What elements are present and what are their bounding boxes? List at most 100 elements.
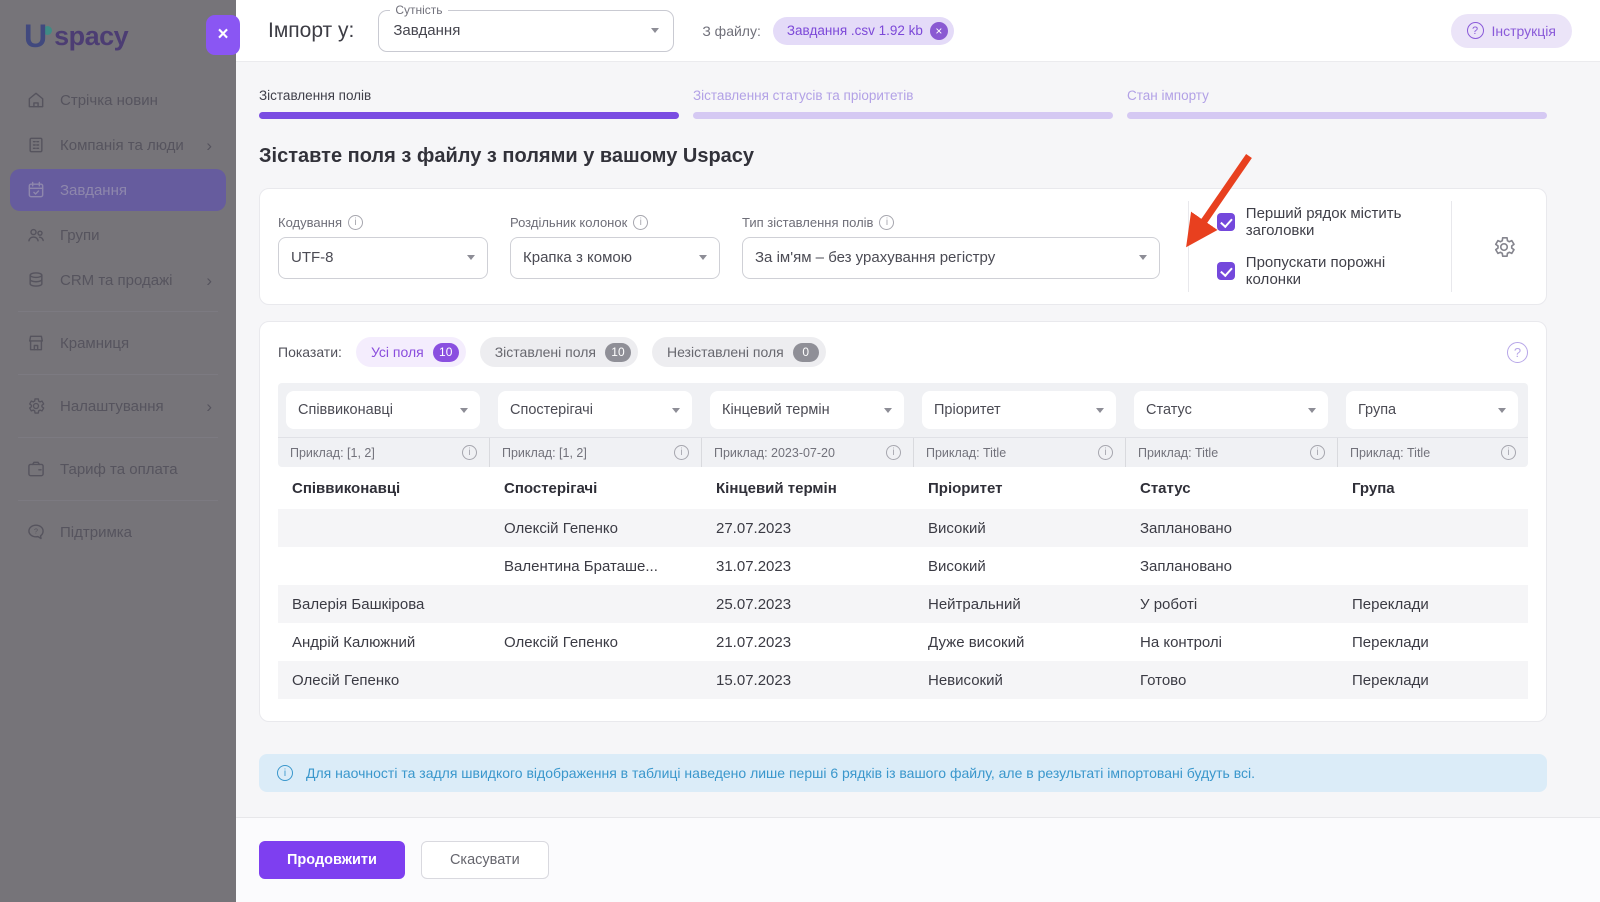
step-field-mapping[interactable]: Зіставлення полів: [259, 88, 679, 119]
sidebar-item-label: CRM та продажі: [60, 271, 173, 289]
first-row-headers-checkbox[interactable]: Перший рядок містить заголовки: [1216, 205, 1423, 239]
example-cell: Приклад: Title i: [1126, 438, 1338, 467]
sidebar-item-label: Підтримка: [60, 523, 133, 541]
mapping-selects-row: Співвиконавці Спостерігачі Кінцевий терм…: [278, 383, 1528, 437]
delimiter-field: Роздільник колонок i Крапка з комою: [510, 214, 720, 279]
chip-label: Усі поля: [370, 344, 424, 360]
checkbox-checked-icon[interactable]: [1216, 262, 1235, 280]
filter-chip-unmapped-fields[interactable]: Незіставлені поля 0: [651, 337, 826, 367]
caret-down-icon: [651, 28, 660, 33]
table-row: Андрій Калюжний Олексій Гепенко 21.07.2023…: [292, 633, 1429, 651]
from-file-label: З файлу:: [702, 22, 761, 39]
sidebar-item-newsfeed[interactable]: Стрічка новин: [10, 79, 226, 121]
sidebar-item-support[interactable]: ? Підтримка: [10, 511, 226, 553]
caret-down-icon: [467, 255, 475, 260]
caret-down-icon: [672, 407, 680, 413]
caret-down-icon: [699, 255, 707, 260]
chevron-right-icon: ›: [206, 135, 212, 155]
chip-label: Зіставлені поля: [494, 344, 596, 360]
sidebar-item-tasks[interactable]: Завдання: [10, 169, 226, 211]
step-import-state[interactable]: Стан імпорту: [1127, 88, 1547, 119]
skip-empty-columns-checkbox[interactable]: Пропускати порожні колонки: [1216, 254, 1423, 288]
info-icon: i: [1501, 445, 1516, 460]
delimiter-label: Роздільник колонок: [510, 214, 628, 230]
delimiter-value: Крапка з комою: [523, 249, 632, 266]
mapping-select-priority[interactable]: Пріоритет: [922, 391, 1116, 429]
help-question-icon[interactable]: ?: [1507, 341, 1528, 363]
info-icon: i: [348, 214, 363, 230]
people-icon: [26, 225, 46, 245]
show-label: Показати:: [278, 344, 342, 360]
encoding-field: Кодування i UTF-8: [278, 214, 488, 279]
import-content: Зіставлення полів Зіставлення статусів т…: [236, 62, 1600, 792]
caret-down-icon: [1308, 407, 1316, 413]
sidebar-item-label: Крамниця: [60, 334, 130, 352]
chevron-right-icon: ›: [206, 270, 212, 290]
checkbox-checked-icon[interactable]: [1216, 213, 1235, 231]
example-cell: Приклад: [1, 2] i: [490, 438, 702, 467]
info-icon: i: [674, 445, 689, 460]
mapping-select-status[interactable]: Статус: [1134, 391, 1328, 429]
entity-select[interactable]: Сутність Завдання: [378, 2, 675, 52]
step-status-mapping[interactable]: Зіставлення статусів та пріоритетів: [693, 88, 1113, 119]
filter-chip-all-fields[interactable]: Усі поля 10: [355, 337, 466, 367]
file-chip[interactable]: Завдання .csv 1.92 kb ×: [772, 16, 954, 45]
table-row: Олексій Гепенко 27.07.2023 Високий Запланов…: [278, 509, 1528, 547]
mapping-select-observers[interactable]: Спостерігачі: [498, 391, 692, 429]
match-type-select[interactable]: За ім'ям – без урахування регістру: [742, 236, 1160, 279]
mapping-select-coexecutors[interactable]: Співвиконавці: [286, 391, 480, 429]
column-header: Група: [1352, 480, 1395, 497]
sidebar-item-shop[interactable]: Крамниця: [10, 322, 226, 364]
filter-chip-mapped-fields[interactable]: Зіставлені поля 10: [479, 337, 638, 367]
sidebar-item-tariff[interactable]: Тариф та оплата: [10, 448, 226, 490]
sidebar-item-label: Стрічка новин: [60, 91, 158, 109]
sidebar-nav: Стрічка новин Компанія та люди › Завданн…: [0, 79, 236, 553]
import-header: Імпорт у: Сутність Завдання З файлу: Зав…: [236, 0, 1600, 62]
sidebar-item-label: Налаштування: [60, 397, 164, 415]
match-type-field: Тип зіставлення полів i За ім'ям – без у…: [742, 214, 1160, 279]
sidebar-item-company[interactable]: Компанія та люди ›: [10, 124, 226, 166]
instruction-label: Інструкція: [1491, 22, 1557, 39]
delimiter-select[interactable]: Крапка з комою: [510, 236, 720, 279]
sidebar-item-label: Компанія та люди: [60, 136, 184, 154]
sidebar-item-settings[interactable]: Налаштування ›: [10, 385, 226, 427]
sidebar-item-crm[interactable]: CRM та продажі ›: [10, 259, 226, 301]
import-modal: Імпорт у: Сутність Завдання З файлу: Зав…: [236, 0, 1600, 902]
table-header-row: Співвиконавці Спостерігачі Кінцевий терм…: [278, 467, 1528, 509]
checkbox-label: Перший рядок містить заголовки: [1245, 205, 1402, 239]
cancel-button[interactable]: Скасувати: [420, 841, 549, 879]
info-banner: i Для наочності та задля швидкого відобр…: [259, 754, 1547, 792]
wizard-steps: Зіставлення полів Зіставлення статусів т…: [259, 88, 1547, 119]
caret-down-icon: [884, 407, 892, 413]
page-title: Імпорт у:: [268, 18, 355, 42]
example-cell: Приклад: [1, 2] i: [278, 438, 490, 467]
mapping-select-deadline[interactable]: Кінцевий термін: [710, 391, 904, 429]
chip-count-badge: 10: [432, 342, 459, 362]
advanced-settings-gear-icon[interactable]: [1480, 234, 1528, 260]
column-header: Кінцевий термін: [716, 480, 837, 497]
filter-row: Показати: Усі поля 10 Зіставлені поля 10…: [278, 322, 1528, 383]
table-row: Валерія Башкірова 25.07.2023 Нейтральний У …: [278, 585, 1528, 623]
continue-button[interactable]: Продовжити: [259, 841, 405, 879]
encoding-select[interactable]: UTF-8: [278, 236, 488, 279]
remove-file-icon[interactable]: ×: [929, 21, 948, 40]
uspacy-logo[interactable]: Uspacy: [0, 0, 236, 69]
divider: [1188, 201, 1189, 292]
instruction-button[interactable]: ? Інструкція: [1450, 13, 1572, 48]
step-progress-bar: [259, 112, 679, 119]
svg-text:?: ?: [34, 528, 38, 536]
step-progress-bar: [1127, 112, 1547, 119]
store-icon: [26, 333, 46, 353]
calendar-icon: [26, 180, 46, 200]
close-icon[interactable]: ×: [206, 15, 240, 55]
mapping-select-value: Спостерігачі: [510, 402, 593, 418]
sidebar-item-groups[interactable]: Групи: [10, 214, 226, 256]
settings-fields: Кодування i UTF-8 Роздільник колонок i К…: [278, 214, 1160, 279]
info-icon: i: [1310, 445, 1325, 460]
column-header: Статус: [1140, 480, 1191, 497]
section-heading: Зіставте поля з файлу з полями у вашому …: [259, 145, 755, 167]
mapping-select-group[interactable]: Група: [1346, 391, 1518, 429]
caret-down-icon: [1498, 407, 1506, 413]
match-type-label: Тип зіставлення полів: [742, 214, 874, 230]
database-icon: [26, 270, 46, 290]
